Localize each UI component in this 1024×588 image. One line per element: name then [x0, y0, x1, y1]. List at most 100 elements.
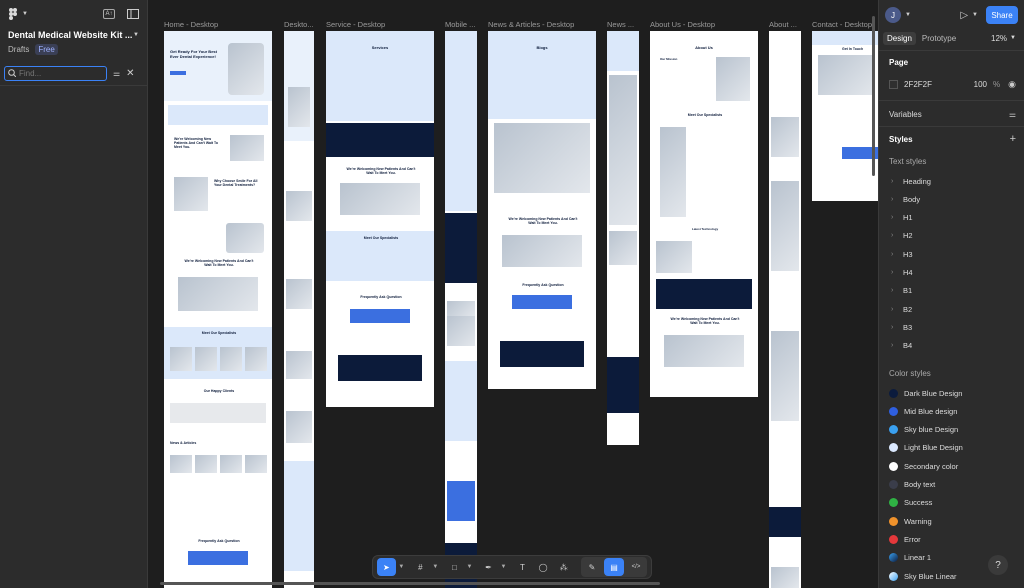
add-style-icon[interactable]: + [1010, 133, 1016, 145]
page-color-row[interactable]: 2F2F2F 100 % ◉ [889, 77, 1016, 91]
draw-mode-button[interactable]: ✎ [582, 558, 602, 576]
frame-label[interactable]: News & Articles - Desktop [488, 20, 598, 29]
tab-design[interactable]: Design [883, 31, 916, 45]
help-button[interactable]: ? [988, 555, 1008, 575]
news-card [220, 455, 242, 473]
frame-label[interactable]: Home - Desktop [164, 20, 274, 29]
color-swatch[interactable] [889, 79, 898, 89]
color-style-item[interactable]: Body text [889, 478, 1018, 492]
page-opacity-value[interactable]: 100 [974, 80, 987, 89]
frame-about-desktop[interactable]: About Us Our Mission Meet Our Specialist… [650, 31, 758, 397]
text-style-item[interactable]: › H1 [891, 211, 1018, 225]
frame-label[interactable]: About ... [769, 20, 803, 29]
canvas[interactable]: Home - Desktop Deskto... Service - Deskt… [148, 0, 878, 588]
text-style-item[interactable]: › B2 [891, 302, 1018, 316]
move-tool-button[interactable]: ➤ [377, 558, 396, 576]
page-color-value[interactable]: 2F2F2F [904, 80, 932, 89]
sidebar-toggle-icon[interactable] [127, 9, 139, 19]
color-style-item[interactable]: Light Blue Design [889, 441, 1018, 455]
chevron-right-icon[interactable]: › [891, 269, 897, 276]
frame-mobile[interactable] [445, 31, 477, 588]
hero-image [228, 43, 264, 95]
chevron-right-icon[interactable]: › [891, 251, 897, 258]
comment-tool-button[interactable]: ◯ [534, 558, 553, 576]
components-button[interactable]: ⁂ [554, 558, 573, 576]
tab-prototype[interactable]: Prototype [918, 32, 960, 45]
avatar[interactable]: J [885, 7, 901, 23]
text-style-item[interactable]: › B3 [891, 320, 1018, 334]
chevron-down-icon[interactable]: ▼ [466, 558, 473, 576]
chevron-right-icon[interactable]: › [891, 178, 897, 185]
chevron-right-icon[interactable]: › [891, 287, 897, 294]
file-title-row[interactable]: Dental Medical Website Kit ... ▼ [0, 28, 147, 42]
frame-home-desktop[interactable]: Get Ready For Your Best Ever Dental Expe… [164, 31, 272, 588]
chevron-down-icon[interactable]: ▼ [905, 12, 911, 18]
text-style-item[interactable]: › Heading [891, 174, 1018, 188]
search-input[interactable] [19, 68, 99, 78]
canvas-scrollbar-horizontal[interactable] [160, 582, 660, 585]
file-title[interactable]: Dental Medical Website Kit ... [8, 30, 132, 40]
text-style-item[interactable]: › Body [891, 192, 1018, 206]
text-style-item[interactable]: › H2 [891, 229, 1018, 243]
text-style-item[interactable]: › H4 [891, 266, 1018, 280]
close-icon[interactable]: ✕ [126, 68, 134, 79]
variables-row[interactable]: Variables ⚌ [889, 107, 1016, 121]
dev-mode-button[interactable]: </> [626, 558, 646, 576]
chevron-down-icon[interactable]: ▼ [133, 32, 139, 38]
frame-about-mobile[interactable] [769, 31, 801, 588]
clinic-image [664, 335, 744, 367]
chevron-down-icon[interactable]: ▼ [398, 558, 405, 576]
frame-news-desktop[interactable]: Blogs We're Welcoming New Patients And C… [488, 31, 596, 389]
variables-icon[interactable]: ⚌ [1009, 110, 1016, 119]
chevron-right-icon[interactable]: › [891, 306, 897, 313]
image [609, 231, 637, 265]
color-style-item[interactable]: Secondary color [889, 459, 1018, 473]
chevron-right-icon[interactable]: › [891, 342, 897, 349]
text-tool-button[interactable]: T [513, 558, 532, 576]
eye-icon[interactable]: ◉ [1008, 79, 1016, 90]
chevron-down-icon[interactable]: ▼ [500, 558, 507, 576]
specialists-title: Meet Our Specialists [687, 113, 723, 117]
frame-label[interactable]: Contact - Desktop [812, 20, 878, 29]
chevron-down-icon[interactable]: ▼ [972, 12, 978, 18]
zoom-control[interactable]: 12% ▼ [991, 34, 1020, 43]
variables-label: Variables [889, 109, 922, 119]
frame-label[interactable]: Deskto... [284, 20, 314, 29]
frame-contact-desktop[interactable]: Get In Touch [812, 31, 878, 201]
text-style-item[interactable]: › B1 [891, 284, 1018, 298]
shape-tool-button[interactable]: □ [445, 558, 464, 576]
frame-news-mobile[interactable] [607, 31, 639, 445]
color-style-item[interactable]: Success [889, 496, 1018, 510]
share-button[interactable]: Share [986, 6, 1018, 24]
text-style-item[interactable]: › B4 [891, 339, 1018, 353]
chevron-right-icon[interactable]: › [891, 214, 897, 221]
file-location[interactable]: Drafts [8, 45, 29, 54]
color-style-item[interactable]: Sky blue Design [889, 423, 1018, 437]
color-swatch [889, 498, 898, 508]
frame-service-desktop[interactable]: Services We're Welcoming New Patients An… [326, 31, 434, 407]
ai-icon[interactable]: A↑ [103, 9, 115, 19]
filter-icon[interactable]: ⚌ [113, 69, 120, 78]
color-style-item[interactable]: Mid Blue design [889, 404, 1018, 418]
text-style-item[interactable]: › H3 [891, 247, 1018, 261]
canvas-scrollbar-vertical[interactable] [872, 16, 875, 176]
figma-logo-icon[interactable] [8, 8, 18, 20]
chevron-down-icon[interactable]: ▼ [432, 558, 439, 576]
chevron-right-icon[interactable]: › [891, 324, 897, 331]
color-style-item[interactable]: Warning [889, 514, 1018, 528]
frame-label[interactable]: News ... [607, 20, 641, 29]
design-mode-button[interactable]: ▤ [604, 558, 625, 576]
pen-tool-button[interactable]: ✒ [479, 558, 498, 576]
chevron-right-icon[interactable]: › [891, 196, 897, 203]
frame-label[interactable]: Service - Desktop [326, 20, 436, 29]
frame-label[interactable]: Mobile ... [445, 20, 479, 29]
frame-tool-button[interactable]: # [411, 558, 430, 576]
chevron-down-icon[interactable]: ▼ [22, 11, 28, 17]
frame-desktop-2[interactable] [284, 31, 314, 588]
color-style-item[interactable]: Dark Blue Design [889, 386, 1018, 400]
color-style-item[interactable]: Error [889, 532, 1018, 546]
play-icon[interactable]: ▷ [960, 10, 968, 21]
search-field[interactable] [4, 65, 107, 81]
chevron-right-icon[interactable]: › [891, 232, 897, 239]
frame-label[interactable]: About Us - Desktop [650, 20, 760, 29]
